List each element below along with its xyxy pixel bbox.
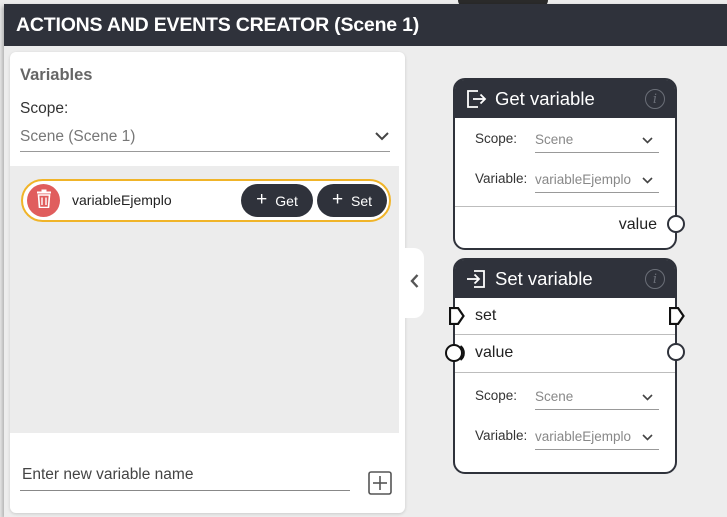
variable-row: Variable: variableEjemplo xyxy=(455,415,675,455)
scope-row: Scope: Scene xyxy=(455,375,675,415)
scope-label: Scope: xyxy=(475,387,518,403)
set-variable-node[interactable]: Set variable i set value Scope: Scene Va… xyxy=(445,258,685,474)
variables-list: variableEjemplo + Get + Set xyxy=(10,166,399,433)
collapse-panel-button[interactable] xyxy=(405,248,424,318)
plus-box-icon xyxy=(368,471,392,499)
value-input-port[interactable] xyxy=(445,343,467,363)
flow-port-row: set xyxy=(448,298,685,334)
scope-row: Scope: Scene xyxy=(455,118,675,158)
variable-name: variableEjemplo xyxy=(72,192,172,208)
scope-select[interactable]: Scene xyxy=(535,127,659,153)
value-output-port[interactable] xyxy=(667,343,685,361)
output-port-row: value xyxy=(455,206,685,242)
scope-select[interactable]: Scene (Scene 1) xyxy=(20,122,390,152)
add-set-button[interactable]: + Set xyxy=(317,184,387,217)
new-variable-input[interactable]: Enter new variable name xyxy=(20,460,350,491)
value-output-port[interactable] xyxy=(667,215,685,233)
get-variable-node[interactable]: Get variable i Scope: Scene Variable: va… xyxy=(453,78,685,250)
variable-value: variableEjemplo xyxy=(535,429,632,444)
scope-select[interactable]: Scene xyxy=(535,384,659,410)
info-icon[interactable]: i xyxy=(645,269,665,289)
set-label: Set xyxy=(351,192,373,209)
scope-label: Scope: xyxy=(475,130,518,146)
chevron-down-icon xyxy=(642,429,653,444)
variable-row: Variable: variableEjemplo xyxy=(455,158,675,198)
trash-icon xyxy=(36,189,52,213)
actions-events-window: ACTIONS AND EVENTS CREATOR (Scene 1) Var… xyxy=(4,4,727,517)
scope-value: Scene (Scene 1) xyxy=(20,127,136,145)
flow-label: set xyxy=(475,307,497,324)
chevron-down-icon xyxy=(374,129,390,145)
enter-arrow-icon xyxy=(465,268,487,290)
scope-value: Scene xyxy=(535,132,574,147)
variable-value: variableEjemplo xyxy=(535,172,632,187)
divider xyxy=(455,372,675,373)
input-label: value xyxy=(475,343,514,361)
chevron-down-icon xyxy=(642,132,653,147)
plus-icon: + xyxy=(331,189,344,210)
panel-heading: Variables xyxy=(20,66,93,84)
chevron-down-icon xyxy=(642,389,653,404)
value-port-row: value xyxy=(445,334,685,370)
output-label: value xyxy=(618,215,657,233)
window-title: ACTIONS AND EVENTS CREATOR (Scene 1) xyxy=(4,4,727,46)
node-title: Set variable xyxy=(495,268,593,289)
get-label: Get xyxy=(275,192,298,209)
delete-variable-button[interactable] xyxy=(27,184,60,217)
scope-value: Scene xyxy=(535,389,574,404)
add-variable-button[interactable] xyxy=(368,471,392,495)
plus-icon: + xyxy=(256,189,268,210)
chevron-left-icon xyxy=(410,273,419,293)
variable-select[interactable]: variableEjemplo xyxy=(535,424,659,450)
node-header[interactable]: Get variable i xyxy=(455,80,675,118)
flow-output-port[interactable] xyxy=(668,306,685,326)
scope-label: Scope: xyxy=(20,100,69,117)
info-icon[interactable]: i xyxy=(645,89,665,109)
node-header[interactable]: Set variable i xyxy=(455,260,675,298)
variable-select[interactable]: variableEjemplo xyxy=(535,167,659,193)
variable-item[interactable]: variableEjemplo + Get + Set xyxy=(21,179,391,222)
exit-arrow-icon xyxy=(465,88,487,110)
variable-label: Variable: xyxy=(475,170,528,186)
variables-panel: Variables Scope: Scene (Scene 1) variabl… xyxy=(10,52,405,513)
variable-label: Variable: xyxy=(475,427,528,443)
node-title: Get variable xyxy=(495,88,595,109)
flow-input-port[interactable] xyxy=(448,306,465,326)
chevron-down-icon xyxy=(642,172,653,187)
add-get-button[interactable]: + Get xyxy=(241,184,313,217)
